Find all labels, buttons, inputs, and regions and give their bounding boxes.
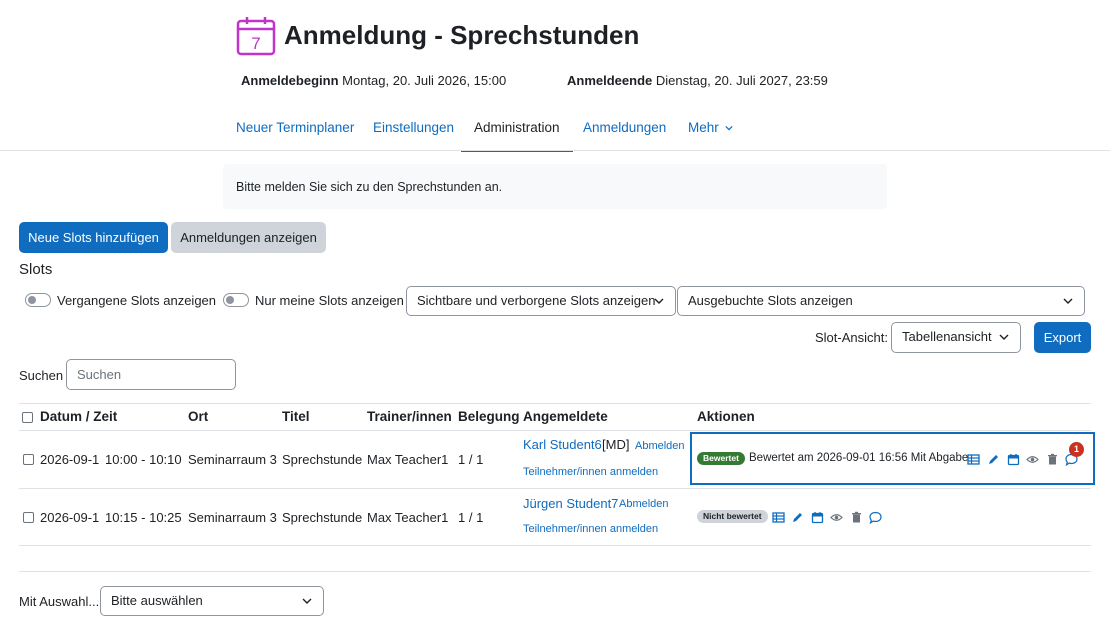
tab-settings[interactable]: Einstellungen (373, 108, 454, 152)
add-slots-button[interactable]: Neue Slots hinzufügen (19, 222, 168, 253)
booked-slots-select-value: Ausgebuchte Slots anzeigen (688, 293, 853, 308)
visibility-select-value: Sichtbare und verborgene Slots anzeigen (417, 293, 656, 308)
tab-more-label: Mehr (688, 120, 719, 135)
status-badge: Bewertet (697, 452, 745, 465)
tab-bookings[interactable]: Anmeldungen (583, 108, 666, 152)
row-location: Seminarraum 3 (188, 452, 277, 467)
col-occupancy: Belegung (458, 409, 520, 424)
secondary-navigation: Neuer Terminplaner Einstellungen Adminis… (223, 108, 887, 152)
tab-more[interactable]: Mehr (688, 108, 733, 152)
pencil-icon[interactable] (987, 453, 1000, 466)
table-icon[interactable] (967, 453, 980, 466)
comment-icon[interactable] (869, 511, 882, 524)
past-slots-toggle[interactable] (25, 293, 51, 307)
student-link[interactable]: Jürgen Student7 (523, 496, 618, 511)
export-button[interactable]: Export (1034, 322, 1091, 353)
col-title: Titel (282, 409, 310, 424)
student-link[interactable]: Karl Student6 (523, 437, 602, 452)
calendar-icon: 7 (236, 16, 276, 56)
enrol-participants-link[interactable]: Teilnehmer/innen anmelden (523, 466, 658, 478)
col-actions: Aktionen (697, 409, 755, 424)
calendar-small-icon[interactable] (811, 511, 824, 524)
student-suffix: [MD] (602, 437, 630, 452)
slot-view-label: Slot-Ansicht: (815, 330, 888, 345)
row-occupancy: 1 / 1 (458, 510, 484, 525)
trash-icon[interactable] (850, 511, 863, 524)
row-trainer: Max Teacher1 (367, 510, 449, 525)
registration-end-value: Dienstag, 20. Juli 2027, 23:59 (655, 73, 828, 88)
registration-start-value: Montag, 20. Juli 2026, 15:00 (342, 73, 507, 88)
my-slots-label: Nur meine Slots anzeigen (255, 293, 404, 308)
eye-icon[interactable] (830, 511, 843, 524)
visibility-select[interactable]: Sichtbare und verborgene Slots anzeigen (406, 286, 676, 316)
with-selection-select-value: Bitte auswählen (111, 593, 203, 608)
registration-end: Anmeldeende Dienstag, 20. Juli 2027, 23:… (567, 73, 828, 88)
tab-new-scheduler[interactable]: Neuer Terminplaner (236, 108, 354, 152)
my-slots-toggle[interactable] (223, 293, 249, 307)
search-input[interactable]: Suchen (66, 359, 236, 390)
unregister-link[interactable]: Abmelden (635, 440, 685, 452)
eye-icon[interactable] (1026, 453, 1039, 466)
row-occupancy: 1 / 1 (458, 452, 484, 467)
row-trainer: Max Teacher1 (367, 452, 449, 467)
col-datetime: Datum / Zeit (40, 409, 118, 424)
table-icon[interactable] (772, 511, 785, 524)
status-badge: Nicht bewertet (697, 510, 768, 523)
unregister-link[interactable]: Abmelden (619, 498, 669, 510)
row-checkbox[interactable] (23, 512, 34, 523)
show-bookings-button[interactable]: Anmeldungen anzeigen (171, 222, 326, 253)
with-selection-label: Mit Auswahl... (19, 594, 100, 609)
table-bottom-border (19, 545, 1091, 546)
chevron-down-icon (654, 298, 664, 304)
col-registered: Angemeldete (523, 409, 608, 424)
chevron-down-icon (724, 125, 733, 131)
slot-view-select[interactable]: Tabellenansicht (891, 322, 1021, 353)
calendar-small-icon[interactable] (1007, 453, 1020, 466)
table-top-border (19, 403, 1091, 404)
calendar-icon-day: 7 (251, 34, 260, 53)
section-divider (19, 571, 1091, 572)
registration-start-label: Anmeldebeginn (241, 73, 339, 88)
past-slots-label: Vergangene Slots anzeigen (57, 293, 217, 308)
grading-status-text: Bewertet am 2026-09-01 16:56 Mit Abgabe (749, 452, 969, 464)
col-trainer: Trainer/innen (367, 409, 452, 424)
with-selection-select[interactable]: Bitte auswählen (100, 586, 324, 616)
pencil-icon[interactable] (791, 511, 804, 524)
row-date: 2026-09-1 (40, 452, 100, 467)
comment-count-badge: 1 (1069, 442, 1084, 457)
intro-box: Bitte melden Sie sich zu den Sprechstund… (223, 164, 887, 209)
enrol-participants-link[interactable]: Teilnehmer/innen anmelden (523, 523, 658, 535)
row-title: Sprechstunde (282, 452, 363, 467)
chevron-down-icon (999, 334, 1009, 340)
chevron-down-icon (1063, 298, 1073, 304)
select-all-checkbox[interactable] (22, 412, 33, 423)
registration-start: Anmeldebeginn Montag, 20. Juli 2026, 15:… (241, 73, 506, 88)
row-title: Sprechstunde (282, 510, 363, 525)
tab-divider (0, 150, 1110, 151)
registration-end-label: Anmeldeende (567, 73, 653, 88)
col-location: Ort (188, 409, 209, 424)
page-title: Anmeldung - Sprechstunden (284, 20, 640, 50)
slot-view-select-value: Tabellenansicht (902, 329, 992, 344)
row-checkbox[interactable] (23, 454, 34, 465)
row-date: 2026-09-1 (40, 510, 100, 525)
search-label: Suchen (19, 368, 64, 383)
row-location: Seminarraum 3 (188, 510, 277, 525)
chevron-down-icon (302, 598, 312, 604)
slots-heading: Slots (19, 261, 53, 278)
trash-icon[interactable] (1046, 453, 1059, 466)
table-header-border (19, 430, 1091, 431)
booked-slots-select[interactable]: Ausgebuchte Slots anzeigen (677, 286, 1085, 316)
row-time: 10:00 - 10:10 (105, 452, 182, 467)
tab-administration[interactable]: Administration (461, 108, 573, 152)
row-divider (19, 488, 1091, 489)
row-time: 10:15 - 10:25 (105, 510, 182, 525)
